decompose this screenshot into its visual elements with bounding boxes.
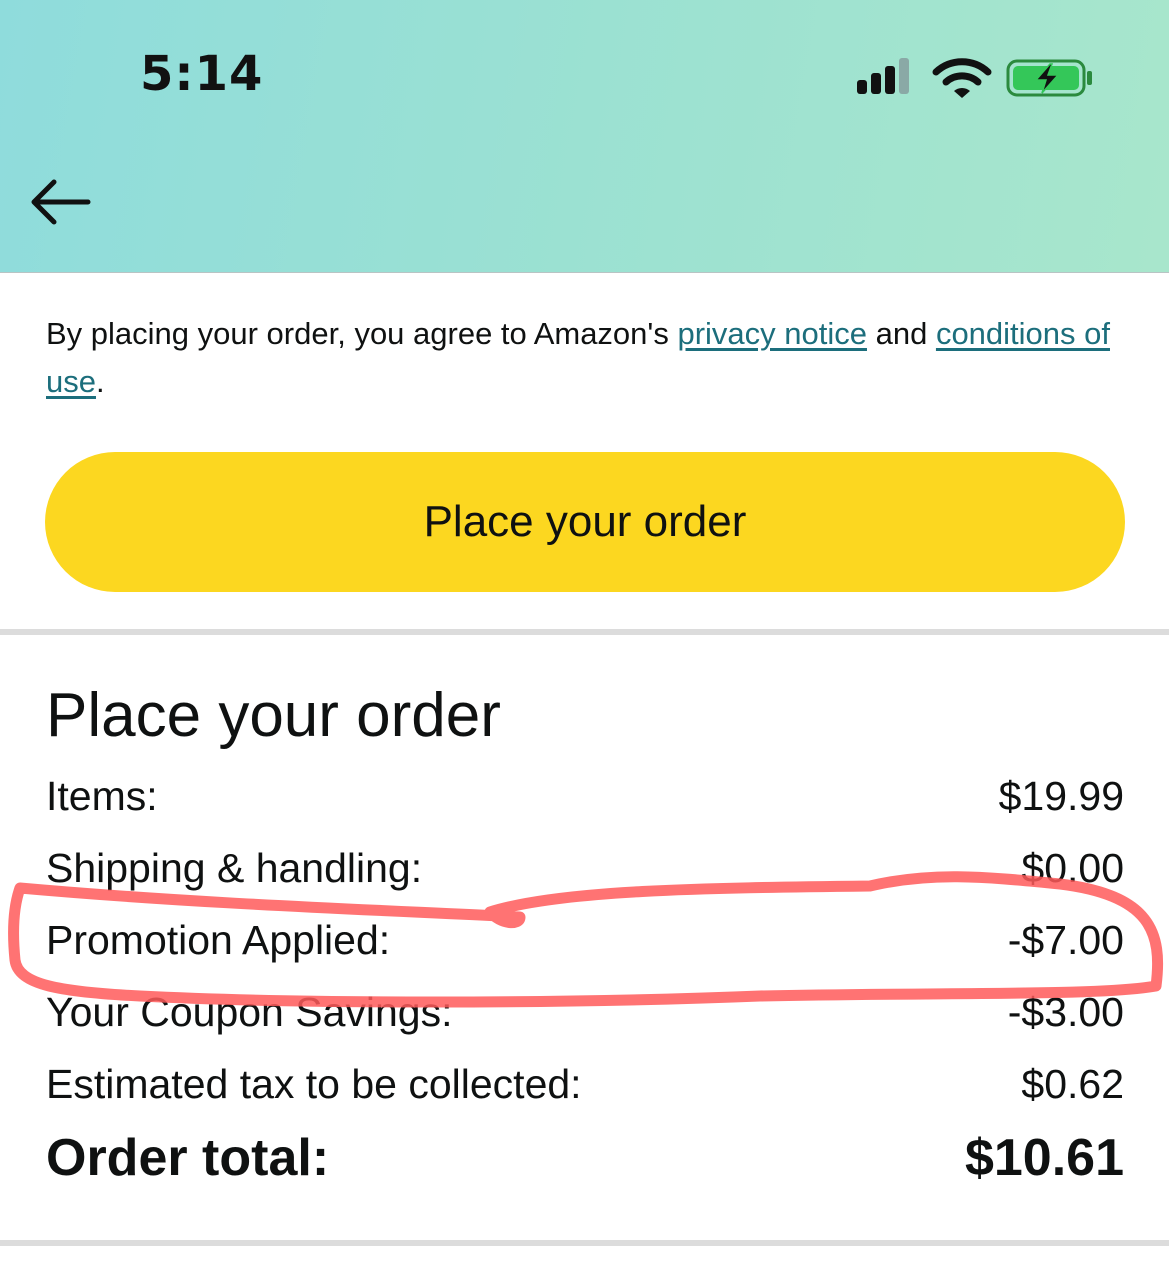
order-total-label: Order total: bbox=[46, 1129, 330, 1187]
wifi-icon bbox=[932, 58, 992, 98]
status-time: 5:14 bbox=[140, 46, 264, 102]
row-label: Items: bbox=[46, 772, 158, 819]
section-divider bbox=[0, 629, 1169, 635]
signal-icon bbox=[857, 58, 909, 94]
row-value: -$3.00 bbox=[1007, 988, 1124, 1035]
row-label: Shipping & handling: bbox=[46, 844, 423, 891]
summary-row-tax: Estimated tax to be collected: $0.62 bbox=[46, 1054, 1124, 1114]
row-value: $0.62 bbox=[1021, 1060, 1124, 1107]
bottom-divider bbox=[0, 1240, 1169, 1246]
row-value: -$7.00 bbox=[1007, 916, 1124, 963]
battery-charging-icon bbox=[1006, 59, 1092, 97]
row-label: Estimated tax to be collected: bbox=[46, 1060, 582, 1107]
row-value: $19.99 bbox=[998, 772, 1124, 819]
privacy-notice-link[interactable]: privacy notice bbox=[677, 316, 867, 351]
order-summary-title: Place your order bbox=[46, 681, 501, 750]
row-label: Your Coupon Savings: bbox=[46, 988, 453, 1035]
app-header: 5:14 bbox=[0, 0, 1169, 273]
agreement-text: By placing your order, you agree to Amaz… bbox=[46, 310, 1126, 406]
summary-row-coupon: Your Coupon Savings: -$3.00 bbox=[46, 982, 1124, 1042]
order-total-row: Order total: $10.61 bbox=[46, 1128, 1124, 1188]
arrow-left-icon[interactable] bbox=[26, 176, 94, 228]
summary-row-promotion: Promotion Applied: -$7.00 bbox=[46, 910, 1124, 970]
row-value: $0.00 bbox=[1021, 844, 1124, 891]
order-total-value: $10.61 bbox=[964, 1129, 1124, 1187]
agreement-middle: and bbox=[866, 316, 936, 351]
summary-row-items: Items: $19.99 bbox=[46, 766, 1124, 826]
summary-row-shipping: Shipping & handling: $0.00 bbox=[46, 838, 1124, 898]
row-label: Promotion Applied: bbox=[46, 916, 391, 963]
agreement-suffix: . bbox=[95, 364, 105, 399]
place-order-button[interactable]: Place your order bbox=[45, 452, 1125, 592]
agreement-prefix: By placing your order, you agree to Amaz… bbox=[46, 316, 678, 351]
